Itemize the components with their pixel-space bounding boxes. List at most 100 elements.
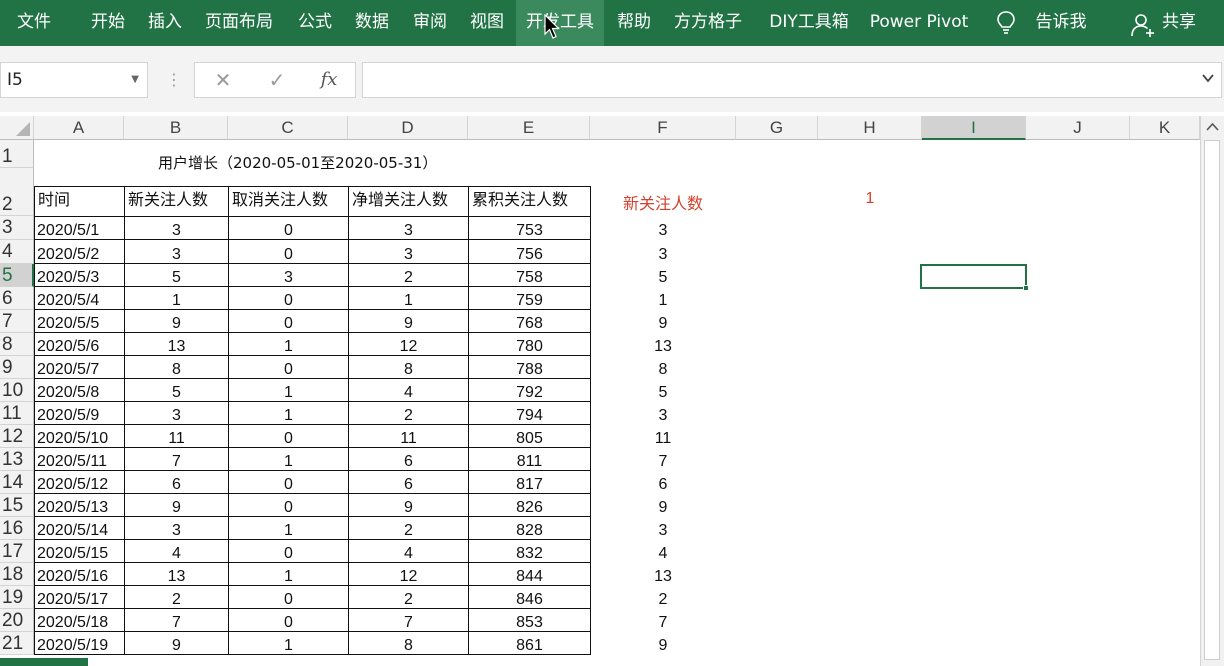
table-header[interactable]: 净增关注人数 (348, 186, 469, 217)
row-header-5[interactable]: 5 (0, 264, 34, 287)
row-header-18[interactable]: 18 (0, 563, 34, 586)
table-cell[interactable]: 9 (124, 309, 229, 333)
table-cell[interactable]: 1 (228, 332, 349, 356)
table-cell[interactable]: 2020/5/18 (34, 608, 125, 632)
row-header-12[interactable]: 12 (0, 425, 34, 448)
table-cell[interactable]: 2020/5/11 (34, 447, 125, 471)
table-cell[interactable]: 2020/5/7 (34, 355, 125, 379)
lookup-result-cell[interactable]: 13 (590, 332, 736, 356)
column-header-G[interactable]: G (736, 116, 818, 140)
column-header-H[interactable]: H (818, 116, 922, 140)
table-cell[interactable]: 0 (228, 309, 349, 333)
table-cell[interactable]: 13 (124, 562, 229, 586)
table-cell[interactable]: 2020/5/6 (34, 332, 125, 356)
ribbon-tab[interactable]: Power Pivot (862, 0, 976, 46)
table-cell[interactable]: 2020/5/5 (34, 309, 125, 333)
fill-handle[interactable] (1023, 285, 1029, 291)
check-icon[interactable]: ✓ (257, 63, 297, 97)
row-header-11[interactable]: 11 (0, 402, 34, 425)
table-cell[interactable]: 2020/5/4 (34, 286, 125, 310)
table-cell[interactable]: 758 (468, 263, 591, 287)
table-cell[interactable]: 1 (228, 447, 349, 471)
table-cell[interactable]: 759 (468, 286, 591, 310)
table-cell[interactable]: 5 (124, 378, 229, 402)
ribbon-tab[interactable]: 公式 (288, 0, 342, 46)
table-cell[interactable]: 8 (348, 631, 469, 655)
column-header-E[interactable]: E (468, 116, 590, 140)
ribbon-tab[interactable]: 开始 (80, 0, 136, 46)
table-cell[interactable]: 2020/5/13 (34, 493, 125, 517)
lookup-result-cell[interactable]: 3 (590, 516, 736, 540)
lookup-result-cell[interactable]: 4 (590, 539, 736, 563)
table-cell[interactable]: 12 (348, 332, 469, 356)
table-cell[interactable]: 11 (124, 424, 229, 448)
row-header-19[interactable]: 19 (0, 586, 34, 609)
table-cell[interactable]: 846 (468, 585, 591, 609)
table-cell[interactable]: 4 (124, 539, 229, 563)
column-header-B[interactable]: B (124, 116, 228, 140)
table-cell[interactable]: 2020/5/16 (34, 562, 125, 586)
row-header-17[interactable]: 17 (0, 540, 34, 563)
table-cell[interactable]: 2020/5/17 (34, 585, 125, 609)
ribbon-tab[interactable]: 共享 (1150, 0, 1208, 46)
row-header-16[interactable]: 16 (0, 517, 34, 540)
lookup-result-cell[interactable]: 13 (590, 562, 736, 586)
table-cell[interactable]: 5 (124, 263, 229, 287)
table-cell[interactable]: 0 (228, 470, 349, 494)
row-header-4[interactable]: 4 (0, 240, 34, 264)
table-header[interactable]: 取消关注人数 (228, 186, 349, 217)
table-cell[interactable]: 853 (468, 608, 591, 632)
table-cell[interactable]: 828 (468, 516, 591, 540)
table-cell[interactable]: 2020/5/2 (34, 239, 125, 264)
table-header[interactable]: 时间 (34, 186, 125, 217)
table-cell[interactable]: 9 (348, 309, 469, 333)
row-header-21[interactable]: 21 (0, 632, 34, 655)
lookup-result-cell[interactable]: 9 (590, 309, 736, 333)
table-cell[interactable]: 4 (348, 378, 469, 402)
lookup-value[interactable]: 1 (818, 190, 922, 212)
row-header-15[interactable]: 15 (0, 494, 34, 517)
ribbon-tab[interactable]: 帮助 (606, 0, 662, 46)
vertical-scrollbar[interactable] (1200, 116, 1224, 666)
table-cell[interactable]: 753 (468, 215, 591, 240)
table-cell[interactable]: 861 (468, 631, 591, 655)
table-cell[interactable]: 0 (228, 239, 349, 264)
table-cell[interactable]: 7 (348, 608, 469, 632)
table-cell[interactable]: 2020/5/12 (34, 470, 125, 494)
column-header-F[interactable]: F (590, 116, 736, 140)
table-cell[interactable]: 2020/5/14 (34, 516, 125, 540)
lightbulb-icon[interactable] (994, 10, 1018, 36)
table-cell[interactable]: 794 (468, 401, 591, 425)
table-header[interactable]: 累积关注人数 (468, 186, 591, 217)
lookup-result-cell[interactable]: 3 (590, 215, 736, 240)
table-cell[interactable]: 6 (124, 470, 229, 494)
table-cell[interactable]: 0 (228, 493, 349, 517)
table-cell[interactable]: 844 (468, 562, 591, 586)
table-cell[interactable]: 3 (124, 401, 229, 425)
table-cell[interactable]: 1 (124, 286, 229, 310)
lookup-result-cell[interactable]: 7 (590, 447, 736, 471)
row-header-13[interactable]: 13 (0, 448, 34, 471)
table-cell[interactable]: 0 (228, 355, 349, 379)
lookup-result-cell[interactable]: 3 (590, 401, 736, 425)
table-cell[interactable]: 817 (468, 470, 591, 494)
table-cell[interactable]: 3 (348, 215, 469, 240)
table-cell[interactable]: 1 (228, 631, 349, 655)
lookup-result-cell[interactable]: 9 (590, 493, 736, 517)
table-cell[interactable]: 2020/5/3 (34, 263, 125, 287)
ribbon-tab[interactable]: 审阅 (402, 0, 458, 46)
table-cell[interactable]: 1 (228, 516, 349, 540)
table-cell[interactable]: 3 (124, 239, 229, 264)
table-cell[interactable]: 3 (124, 215, 229, 240)
table-cell[interactable]: 2020/5/19 (34, 631, 125, 655)
table-cell[interactable]: 9 (124, 631, 229, 655)
table-cell[interactable]: 805 (468, 424, 591, 448)
ribbon-tab[interactable]: 视图 (459, 0, 515, 46)
formula-input[interactable] (362, 62, 1222, 98)
table-cell[interactable]: 2020/5/1 (34, 215, 125, 240)
row-header-1[interactable]: 1 (0, 140, 34, 168)
column-header-K[interactable]: K (1130, 116, 1200, 140)
table-cell[interactable]: 8 (348, 355, 469, 379)
lookup-result-cell[interactable]: 3 (590, 239, 736, 264)
worksheet-grid[interactable]: A B C D E F G H I J K 1 2 3 4 5 6 7 8 9 10 11 12 13 14 15 16 17 18 19… (0, 112, 1224, 666)
